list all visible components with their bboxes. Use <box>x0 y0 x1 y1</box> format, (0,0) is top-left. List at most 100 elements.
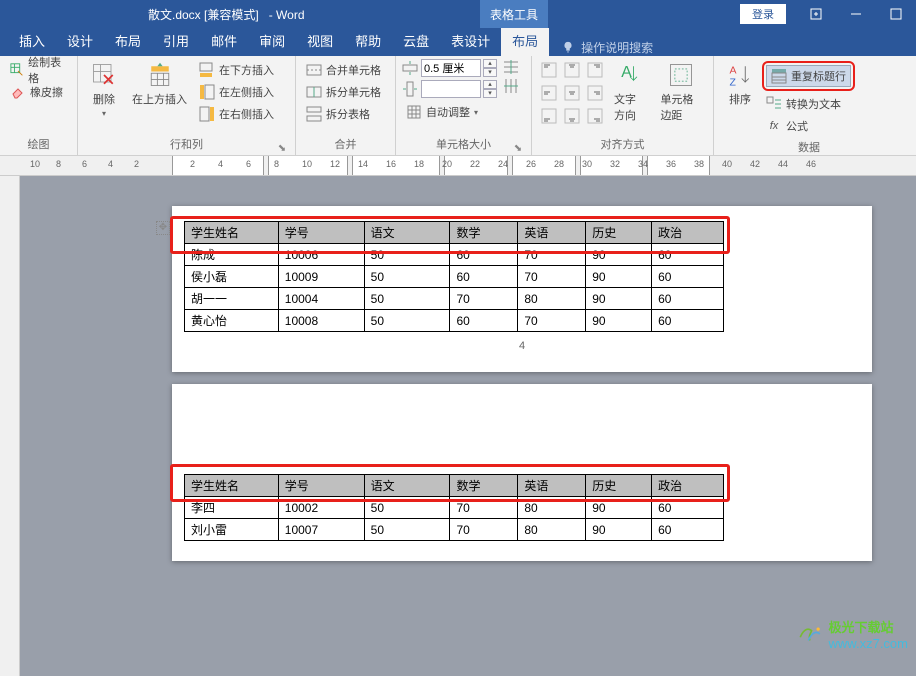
table-row[interactable]: 黄心怡100085060709060 <box>185 310 724 332</box>
align-mid-right[interactable] <box>584 82 606 104</box>
autofit-button[interactable]: 自动调整 ▾ <box>402 101 497 123</box>
tab-view[interactable]: 视图 <box>296 26 344 56</box>
table-header-cell[interactable]: 学生姓名 <box>185 222 279 244</box>
tell-me-search[interactable]: 操作说明搜索 <box>549 39 653 56</box>
tab-table-design[interactable]: 表设计 <box>440 26 501 56</box>
table-header-cell[interactable]: 政治 <box>652 222 724 244</box>
table-header-cell[interactable]: 英语 <box>518 222 586 244</box>
table-cell[interactable]: 黄心怡 <box>185 310 279 332</box>
table-cell[interactable]: 80 <box>518 288 586 310</box>
maximize-button[interactable] <box>876 0 916 28</box>
align-mid-left[interactable] <box>538 82 560 104</box>
table-cell[interactable]: 90 <box>586 266 652 288</box>
cellsize-launcher-icon[interactable]: ⬊ <box>513 143 523 153</box>
login-button[interactable]: 登录 <box>740 4 786 24</box>
table-header-cell[interactable]: 数学 <box>450 475 518 497</box>
delete-button[interactable]: 删除▾ <box>84 59 124 134</box>
table-cell[interactable]: 90 <box>586 497 652 519</box>
vertical-ruler[interactable] <box>0 176 20 676</box>
rowscols-launcher-icon[interactable]: ⬊ <box>277 143 287 153</box>
formula-button[interactable]: fx公式 <box>762 115 855 137</box>
data-table-page2[interactable]: 学生姓名学号语文数学英语历史政治 李四100025070809060刘小雷100… <box>184 474 724 541</box>
tab-design[interactable]: 设计 <box>56 26 104 56</box>
table-cell[interactable]: 50 <box>364 497 450 519</box>
table-cell[interactable]: 10004 <box>278 288 364 310</box>
table-cell[interactable]: 陈成 <box>185 244 279 266</box>
tab-references[interactable]: 引用 <box>152 26 200 56</box>
insert-left-button[interactable]: 在左侧插入 <box>195 81 278 103</box>
table-cell[interactable]: 90 <box>586 519 652 541</box>
eraser-button[interactable]: 橡皮擦 <box>6 81 71 103</box>
table-header-cell[interactable]: 学号 <box>278 222 364 244</box>
table-header-cell[interactable]: 语文 <box>364 475 450 497</box>
table-cell[interactable]: 10008 <box>278 310 364 332</box>
table-cell[interactable]: 60 <box>450 244 518 266</box>
table-header-cell[interactable]: 语文 <box>364 222 450 244</box>
table-cell[interactable]: 60 <box>450 310 518 332</box>
table-cell[interactable]: 李四 <box>185 497 279 519</box>
table-header-cell[interactable]: 学生姓名 <box>185 475 279 497</box>
align-mid-center[interactable] <box>561 82 583 104</box>
table-cell[interactable]: 90 <box>586 288 652 310</box>
table-header-cell[interactable]: 学号 <box>278 475 364 497</box>
table-row[interactable]: 侯小磊100095060709060 <box>185 266 724 288</box>
table-cell[interactable]: 60 <box>652 266 724 288</box>
col-width-spinner[interactable]: ▴▾ <box>483 80 497 98</box>
ribbon-options-button[interactable] <box>796 0 836 28</box>
table-header-cell[interactable]: 英语 <box>518 475 586 497</box>
table-cell[interactable]: 10009 <box>278 266 364 288</box>
repeat-header-rows-button[interactable]: 重复标题行 <box>766 65 851 87</box>
insert-above-button[interactable]: 在上方插入 <box>126 59 193 134</box>
table-anchor-icon[interactable]: ✥ <box>156 221 170 235</box>
tab-insert[interactable]: 插入 <box>8 26 56 56</box>
table-cell[interactable]: 70 <box>518 310 586 332</box>
table-cell[interactable]: 10002 <box>278 497 364 519</box>
table-header-cell[interactable]: 历史 <box>586 222 652 244</box>
sort-button[interactable]: AZ 排序 <box>720 59 760 137</box>
tab-review[interactable]: 审阅 <box>248 26 296 56</box>
distribute-rows-icon[interactable] <box>503 59 519 75</box>
row-height-spinner[interactable]: ▴▾ <box>483 59 497 77</box>
tab-cloud[interactable]: 云盘 <box>392 26 440 56</box>
minimize-button[interactable] <box>836 0 876 28</box>
table-cell[interactable]: 10006 <box>278 244 364 266</box>
row-height-input[interactable] <box>421 59 481 77</box>
table-cell[interactable]: 50 <box>364 519 450 541</box>
tab-help[interactable]: 帮助 <box>344 26 392 56</box>
data-table-page1[interactable]: 学生姓名学号语文数学英语历史政治 陈成100065060709060侯小磊100… <box>184 221 724 332</box>
table-cell[interactable]: 50 <box>364 310 450 332</box>
align-bot-left[interactable] <box>538 105 560 127</box>
table-cell[interactable]: 70 <box>518 266 586 288</box>
table-cell[interactable]: 50 <box>364 266 450 288</box>
table-cell[interactable]: 60 <box>652 497 724 519</box>
cell-margins-button[interactable]: 单元格边距 <box>654 59 707 134</box>
table-row[interactable]: 胡一一100045070809060 <box>185 288 724 310</box>
text-direction-button[interactable]: A 文字方向 <box>608 59 652 134</box>
align-top-left[interactable] <box>538 59 560 81</box>
table-row[interactable]: 李四100025070809060 <box>185 497 724 519</box>
table-cell[interactable]: 50 <box>364 244 450 266</box>
col-width-input[interactable] <box>421 80 481 98</box>
table-cell[interactable]: 刘小雷 <box>185 519 279 541</box>
table-cell[interactable]: 70 <box>518 244 586 266</box>
insert-right-button[interactable]: 在右侧插入 <box>195 103 278 125</box>
table-row[interactable]: 刘小雷100075070809060 <box>185 519 724 541</box>
table-cell[interactable]: 60 <box>450 266 518 288</box>
table-cell[interactable]: 70 <box>450 519 518 541</box>
insert-below-button[interactable]: 在下方插入 <box>195 59 278 81</box>
convert-to-text-button[interactable]: 转换为文本 <box>762 93 855 115</box>
merge-cells-button[interactable]: 合并单元格 <box>302 59 385 81</box>
table-header-cell[interactable]: 数学 <box>450 222 518 244</box>
tab-layout[interactable]: 布局 <box>104 26 152 56</box>
table-cell[interactable]: 70 <box>450 497 518 519</box>
table-cell[interactable]: 70 <box>450 288 518 310</box>
table-cell[interactable]: 侯小磊 <box>185 266 279 288</box>
align-top-center[interactable] <box>561 59 583 81</box>
tab-mailings[interactable]: 邮件 <box>200 26 248 56</box>
tab-table-layout[interactable]: 布局 <box>501 26 549 56</box>
align-top-right[interactable] <box>584 59 606 81</box>
table-cell[interactable]: 80 <box>518 519 586 541</box>
horizontal-ruler[interactable]: 1086422468101214161820222426283032343638… <box>0 156 916 176</box>
align-bot-right[interactable] <box>584 105 606 127</box>
table-cell[interactable]: 60 <box>652 519 724 541</box>
